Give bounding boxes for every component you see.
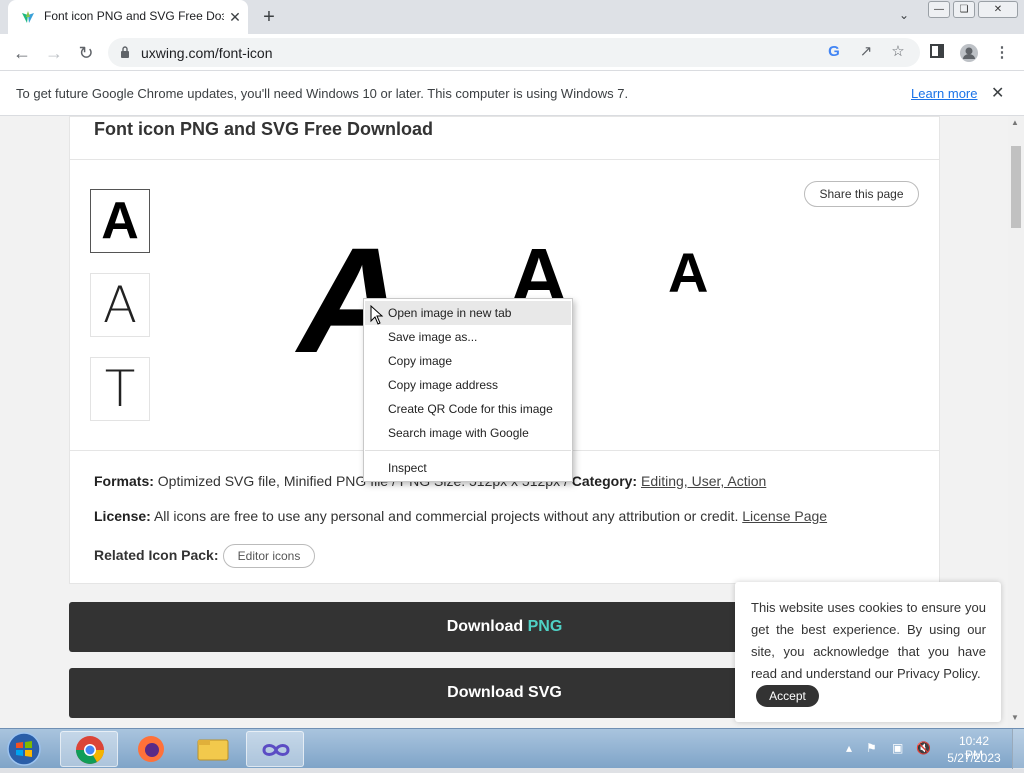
- ctx-search-image-google[interactable]: Search image with Google: [365, 421, 571, 445]
- star-icon[interactable]: ☆: [888, 42, 908, 62]
- tray-expand-icon[interactable]: ▴: [846, 741, 852, 755]
- share-page-button[interactable]: Share this page: [804, 181, 919, 207]
- thumb-glyph: T: [104, 360, 136, 418]
- scroll-thumb[interactable]: [1011, 146, 1021, 228]
- taskbar-explorer[interactable]: [184, 731, 242, 767]
- download-png-label: Download: [446, 618, 524, 635]
- google-icon[interactable]: G: [824, 42, 844, 62]
- reload-icon[interactable]: ↻: [75, 42, 97, 64]
- license-value: All icons are free to use any personal a…: [153, 508, 739, 524]
- back-icon[interactable]: ←: [11, 42, 33, 64]
- taskbar-chrome[interactable]: [60, 731, 118, 767]
- tray-volume-icon[interactable]: 🔇: [916, 741, 931, 755]
- preview-image-small[interactable]: A: [668, 245, 708, 301]
- ctx-open-image-new-tab[interactable]: Open image in new tab: [365, 301, 571, 325]
- divider: [70, 159, 939, 160]
- tab-title: Font icon PNG and SVG Free Doз: [44, 9, 224, 23]
- chrome-icon: [76, 736, 104, 764]
- formats-label: Formats:: [94, 473, 154, 489]
- thumb-glyph: A: [102, 276, 138, 334]
- license-page-link[interactable]: License Page: [742, 508, 827, 524]
- menu-icon[interactable]: ⋮: [992, 43, 1012, 63]
- font-style-thumb-bold[interactable]: A: [90, 189, 150, 253]
- scroll-down-icon[interactable]: ▼: [1011, 713, 1019, 722]
- infobar-message: To get future Google Chrome updates, you…: [16, 86, 629, 101]
- cookie-message: This website uses cookies to ensure you …: [751, 600, 986, 681]
- ctx-copy-image-address[interactable]: Copy image address: [365, 373, 571, 397]
- url-text[interactable]: uxwing.com/font-icon: [141, 45, 273, 61]
- license-label: License:: [94, 508, 151, 524]
- editor-icons-button[interactable]: Editor icons: [223, 544, 315, 568]
- profile-icon[interactable]: [959, 43, 979, 63]
- address-bar[interactable]: uxwing.com/font-icon G ↗ ☆: [108, 38, 920, 67]
- learn-more-link[interactable]: Learn more: [911, 86, 977, 101]
- ctx-save-image-as[interactable]: Save image as...: [365, 325, 571, 349]
- page-scrollbar[interactable]: ▲ ▼: [1008, 116, 1024, 728]
- context-menu: Open image in new tab Save image as... C…: [363, 298, 573, 482]
- page-title: Font icon PNG and SVG Free Download: [94, 119, 434, 139]
- ctx-inspect[interactable]: Inspect: [365, 456, 571, 480]
- category-label: Category:: [571, 473, 638, 489]
- uxwing-favicon-icon: [22, 11, 34, 23]
- lock-icon[interactable]: [120, 46, 130, 58]
- accept-cookies-button[interactable]: Accept: [756, 685, 819, 707]
- minimize-button[interactable]: —: [928, 1, 950, 18]
- mouse-cursor-icon: [370, 305, 384, 325]
- tab-strip: Font icon PNG and SVG Free Doз ✕ + ⌄ — ❏…: [0, 0, 1024, 34]
- close-window-button[interactable]: ✕: [978, 1, 1018, 18]
- taskbar-firefox[interactable]: [122, 731, 180, 767]
- show-desktop-button[interactable]: [1012, 729, 1024, 769]
- browser-toolbar: ← → ↻ uxwing.com/font-icon G ↗ ☆ ⋮: [0, 34, 1024, 71]
- ctx-create-qr-code[interactable]: Create QR Code for this image: [365, 397, 571, 421]
- font-style-thumb-t[interactable]: T: [90, 357, 150, 421]
- firefox-icon: [138, 736, 164, 762]
- thumb-glyph: A: [101, 192, 139, 250]
- infobar-close-icon[interactable]: ✕: [991, 83, 1004, 103]
- font-style-thumb-thin[interactable]: A: [90, 273, 150, 337]
- forward-icon[interactable]: →: [43, 42, 65, 64]
- new-tab-button[interactable]: +: [258, 6, 280, 28]
- license-line: License: All icons are free to use any p…: [94, 508, 827, 524]
- windows-taskbar: ▴ ⚑ ▣ 🔇 10:42 PM 5/27/2023: [0, 728, 1024, 769]
- tray-flag-icon[interactable]: ⚑: [866, 741, 877, 755]
- sidepanel-icon[interactable]: [927, 43, 947, 63]
- related-label: Related Icon Pack:: [94, 547, 219, 563]
- cookie-consent-box: This website uses cookies to ensure you …: [735, 582, 1001, 722]
- share-icon[interactable]: ↗: [856, 42, 876, 62]
- download-png-format: PNG: [527, 618, 563, 635]
- tab-search-icon[interactable]: ⌄: [895, 8, 913, 26]
- restore-button[interactable]: ❏: [953, 1, 975, 18]
- browser-tab[interactable]: Font icon PNG and SVG Free Doз ✕: [8, 0, 248, 34]
- windows-start-icon[interactable]: [4, 731, 44, 767]
- taskbar-app[interactable]: [246, 731, 304, 767]
- ctx-copy-image[interactable]: Copy image: [365, 349, 571, 373]
- menu-separator: [365, 450, 571, 451]
- tab-close-icon[interactable]: ✕: [226, 8, 244, 26]
- infinity-icon: [262, 744, 290, 756]
- update-infobar: To get future Google Chrome updates, you…: [0, 71, 1024, 116]
- folder-icon: [197, 739, 229, 761]
- clock-date[interactable]: 5/27/2023: [945, 751, 1003, 765]
- category-links[interactable]: Editing, User, Action: [641, 473, 766, 489]
- scroll-up-icon[interactable]: ▲: [1011, 118, 1019, 127]
- tray-network-icon[interactable]: ▣: [892, 741, 903, 755]
